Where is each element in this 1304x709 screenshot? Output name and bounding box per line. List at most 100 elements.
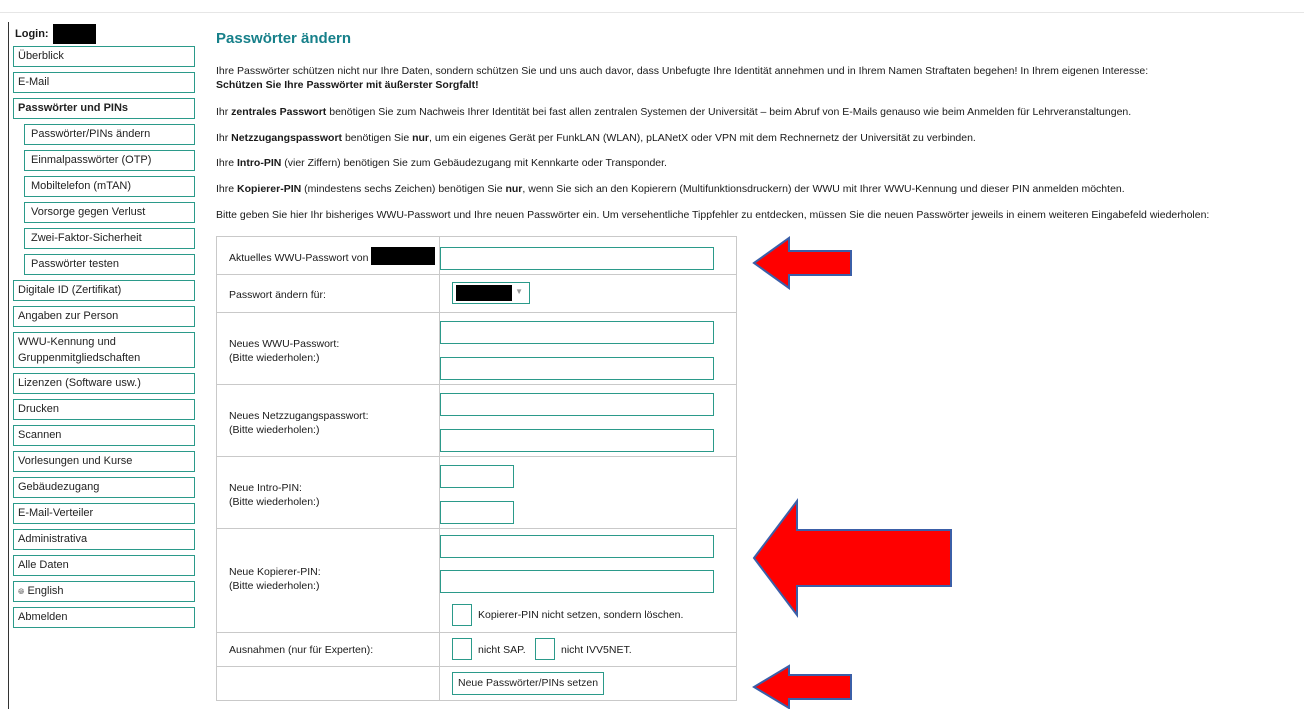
exception-ivv5net-label: nicht IVV5NET. xyxy=(561,644,632,656)
top-divider xyxy=(0,12,1304,13)
sidebar-item-email[interactable]: E-Mail xyxy=(13,72,195,93)
label-cell: Neues WWU-Passwort: (Bitte wiederholen:) xyxy=(216,312,440,385)
current-password-label: Aktuelles WWU-Passwort von xyxy=(229,251,369,264)
text-emphasis: Netzzugangspasswort xyxy=(231,132,343,144)
label-cell: Neues Netzzugangspasswort: (Bitte wieder… xyxy=(216,384,440,457)
language-icon: 🌐︎ xyxy=(18,587,25,596)
text-fragment: Ihre xyxy=(216,157,238,169)
arrow-annotation xyxy=(752,664,852,709)
new-wwu-password-label: Neues WWU-Passwort: xyxy=(229,338,340,350)
text-fragment: , um ein eigenes Gerät per FunkLAN (WLAN… xyxy=(429,132,976,144)
arrow-annotation xyxy=(752,498,952,618)
instructions-paragraph: Bitte geben Sie hier Ihr bisheriges WWU-… xyxy=(216,209,1210,221)
sidebar-item-overview[interactable]: Überblick xyxy=(13,46,195,67)
exception-ivv5net-checkbox[interactable] xyxy=(535,638,555,660)
text-fragment: Ihre xyxy=(216,183,238,195)
sidebar-item-administrative[interactable]: Administrativa xyxy=(13,529,195,550)
sidebar-item-wwu-id-groups[interactable]: WWU-Kennung und Gruppenmitgliedschaften xyxy=(13,332,195,368)
sidebar-item-english-label: English xyxy=(27,585,64,597)
sidebar-nav: Login: Überblick E-Mail Passwörter und P… xyxy=(13,22,195,633)
new-intro-pin-input[interactable] xyxy=(440,465,514,488)
current-password-input[interactable] xyxy=(440,247,714,270)
left-divider xyxy=(8,22,9,709)
change-for-label: Passwort ändern für: xyxy=(229,289,326,301)
new-copier-pin-label: Neue Kopierer-PIN: xyxy=(229,566,321,578)
label-cell: Neue Kopierer-PIN: (Bitte wiederholen:) xyxy=(216,528,440,633)
page-title: Passwörter ändern xyxy=(216,30,352,47)
sidebar-item-lectures[interactable]: Vorlesungen und Kurse xyxy=(13,451,195,472)
field-cell xyxy=(439,312,737,385)
row-new-network-password: Neues Netzzugangspasswort: (Bitte wieder… xyxy=(216,384,737,457)
sidebar-item-logout[interactable]: Abmelden xyxy=(13,607,195,628)
sidebar-item-scanning[interactable]: Scannen xyxy=(13,425,195,446)
central-password-paragraph: Ihr zentrales Passwort benötigen Sie zum… xyxy=(216,105,1131,119)
sidebar-item-licenses[interactable]: Lizenzen (Software usw.) xyxy=(13,373,195,394)
new-network-password-input[interactable] xyxy=(440,393,714,416)
sidebar-item-building-access[interactable]: Gebäudezugang xyxy=(13,477,195,498)
row-exceptions: Ausnahmen (nur für Experten): nicht SAP.… xyxy=(216,632,737,667)
field-cell: Kopierer-PIN nicht setzen, sondern lösch… xyxy=(439,528,737,633)
field-cell xyxy=(439,456,737,529)
sidebar-item-change-passwords[interactable]: Passwörter/PINs ändern xyxy=(24,124,195,145)
delete-copier-pin-checkbox[interactable] xyxy=(452,604,472,626)
sidebar-item-personal-info[interactable]: Angaben zur Person xyxy=(13,306,195,327)
arrow-annotation xyxy=(752,236,852,290)
sidebar-item-all-data[interactable]: Alle Daten xyxy=(13,555,195,576)
text-fragment: (mindestens sechs Zeichen) benötigen Sie xyxy=(301,183,506,195)
label-cell: Neue Intro-PIN: (Bitte wiederholen:) xyxy=(216,456,440,529)
sidebar-item-mailing-lists[interactable]: E-Mail-Verteiler xyxy=(13,503,195,524)
text-emphasis: nur xyxy=(505,183,523,195)
set-passwords-button[interactable]: Neue Passwörter/PINs setzen xyxy=(452,672,605,695)
sidebar-item-printing[interactable]: Drucken xyxy=(13,399,195,420)
repeat-label: (Bitte wiederholen:) xyxy=(229,580,320,592)
sidebar-item-mtan[interactable]: Mobiltelefon (mTAN) xyxy=(24,176,195,197)
exception-sap-label: nicht SAP. xyxy=(478,644,526,656)
account-select[interactable]: ▼ xyxy=(452,282,530,304)
exceptions-label: Ausnahmen (nur für Experten): xyxy=(229,644,374,656)
intro-text: Ihre Passwörter schützen nicht nur Ihre … xyxy=(216,65,1149,77)
sidebar-item-digital-id[interactable]: Digitale ID (Zertifikat) xyxy=(13,280,195,301)
new-intro-pin-repeat-input[interactable] xyxy=(440,501,514,524)
redacted-username xyxy=(371,247,436,265)
repeat-label: (Bitte wiederholen:) xyxy=(229,424,320,436)
intro-paragraph: Ihre Passwörter schützen nicht nur Ihre … xyxy=(216,64,1148,92)
row-new-intro-pin: Neue Intro-PIN: (Bitte wiederholen:) xyxy=(216,456,737,529)
new-copier-pin-repeat-input[interactable] xyxy=(440,570,714,593)
sidebar-item-passwords-pins[interactable]: Passwörter und PINs xyxy=(13,98,195,119)
chevron-down-icon: ▼ xyxy=(515,287,523,296)
row-current-password: Aktuelles WWU-Passwort von xyxy=(216,236,737,275)
password-form-table: Aktuelles WWU-Passwort von Passwort ände… xyxy=(216,236,737,701)
exception-sap-checkbox[interactable] xyxy=(452,638,472,660)
intro-warning: Schützen Sie Ihre Passwörter mit äußerst… xyxy=(216,79,479,91)
delete-copier-pin-label: Kopierer-PIN nicht setzen, sondern lösch… xyxy=(478,609,684,621)
sidebar-item-two-factor[interactable]: Zwei-Faktor-Sicherheit xyxy=(24,228,195,249)
label-cell: Ausnahmen (nur für Experten): xyxy=(216,632,440,667)
row-submit: Neue Passwörter/PINs setzen xyxy=(216,666,737,701)
text-fragment: Ihr xyxy=(216,132,232,144)
sidebar-item-test-passwords[interactable]: Passwörter testen xyxy=(24,254,195,275)
new-copier-pin-input[interactable] xyxy=(440,535,714,558)
redacted-username xyxy=(52,24,96,44)
row-new-copier-pin: Neue Kopierer-PIN: (Bitte wiederholen:) … xyxy=(216,528,737,633)
text-emphasis: Kopierer-PIN xyxy=(237,183,302,195)
sidebar-item-otp[interactable]: Einmalpasswörter (OTP) xyxy=(24,150,195,171)
new-intro-pin-label: Neue Intro-PIN: xyxy=(229,482,302,494)
sidebar-item-english[interactable]: 🌐︎ English xyxy=(13,581,195,602)
label-cell xyxy=(216,666,440,701)
sidebar-item-loss-prevention[interactable]: Vorsorge gegen Verlust xyxy=(24,202,195,223)
repeat-label: (Bitte wiederholen:) xyxy=(229,496,320,508)
new-wwu-password-repeat-input[interactable] xyxy=(440,357,714,380)
text-emphasis: Intro-PIN xyxy=(237,157,282,169)
text-emphasis: nur xyxy=(412,132,430,144)
new-network-password-label: Neues Netzzugangspasswort: xyxy=(229,410,369,422)
login-row: Login: xyxy=(13,22,195,46)
intro-pin-paragraph: Ihre Intro-PIN (vier Ziffern) benötigen … xyxy=(216,156,667,170)
row-change-for: Passwort ändern für: ▼ xyxy=(216,274,737,313)
text-fragment: (vier Ziffern) benötigen Sie zum Gebäude… xyxy=(281,157,667,169)
text-fragment: benötigen Sie zum Nachweis Ihrer Identit… xyxy=(326,106,1132,118)
new-wwu-password-input[interactable] xyxy=(440,321,714,344)
new-network-password-repeat-input[interactable] xyxy=(440,429,714,452)
field-cell: ▼ xyxy=(439,274,737,313)
redacted-account xyxy=(456,285,512,301)
field-cell: nicht SAP. nicht IVV5NET. xyxy=(439,632,737,667)
